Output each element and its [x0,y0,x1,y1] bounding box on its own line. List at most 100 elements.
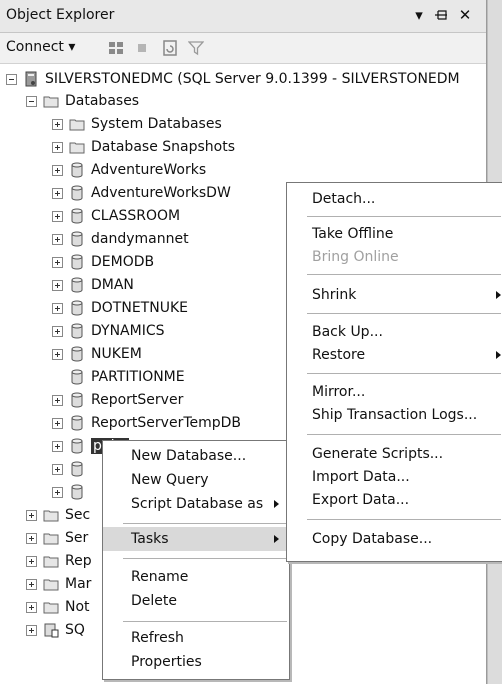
database-icon [71,461,83,477]
tree-item-database-snapshots[interactable]: Database Snapshots [52,136,235,158]
menu-item-ship-transaction-logs[interactable]: Ship Transaction Logs... [287,403,502,427]
auto-hide-pin-button[interactable] [432,5,450,25]
menu-item-take-offline[interactable]: Take Offline [287,222,502,246]
expand-icon[interactable] [26,509,37,521]
tree-item-label: DYNAMICS [91,323,165,339]
stop-icon[interactable] [134,40,150,56]
disconnect-icon[interactable] [108,40,124,56]
expand-icon[interactable] [52,187,63,199]
tree-item-database[interactable]: DEMODB [52,251,154,273]
menu-item-label: Shrink [312,287,357,303]
menu-item-rename[interactable]: Rename [103,565,289,589]
menu-item-copy-database[interactable]: Copy Database... [287,527,502,551]
tree-item-database[interactable] [52,481,91,503]
server-node[interactable]: SILVERSTONEDMC (SQL Server 9.0.1399 - SI… [6,68,460,90]
tree-folder-label: Not [65,599,90,615]
tree-folder-security[interactable]: Sec [26,504,90,526]
database-context-menu: New Database... New Query Script Databas… [102,440,290,680]
expand-icon[interactable] [26,532,37,544]
menu-item-import-data[interactable]: Import Data... [287,465,502,489]
tree-folder-management[interactable]: Mar [26,573,91,595]
menu-item-delete[interactable]: Delete [103,589,289,613]
menu-item-refresh[interactable]: Refresh [103,626,289,650]
object-explorer-titlebar: Object Explorer ▾ ✕ [0,0,486,33]
database-icon [71,346,83,362]
menu-item-shrink[interactable]: Shrink [287,283,502,307]
collapse-icon[interactable] [6,73,17,85]
tree-folder-server-objects[interactable]: Ser [26,527,88,549]
expand-icon[interactable] [52,279,63,291]
expand-icon[interactable] [52,302,63,314]
tree-item-database[interactable] [52,458,91,480]
expand-icon[interactable] [52,210,63,222]
tree-item-database[interactable]: DMAN [52,274,134,296]
tree-item-database[interactable]: PARTITIONME [52,366,185,388]
expand-icon[interactable] [52,394,63,406]
expand-icon[interactable] [52,348,63,360]
expand-icon[interactable] [26,601,37,613]
object-explorer-toolbar: Connect ▾ [0,33,486,64]
folder-icon [43,533,59,545]
menu-item-new-query[interactable]: New Query [103,468,289,492]
menu-item-restore[interactable]: Restore [287,343,502,367]
database-icon [71,300,83,316]
expand-icon[interactable] [52,118,63,130]
menu-separator [307,373,501,374]
tree-folder-notification[interactable]: Not [26,596,90,618]
tree-item-database[interactable]: ReportServerTempDB [52,412,241,434]
menu-item-generate-scripts[interactable]: Generate Scripts... [287,442,502,466]
databases-folder-node[interactable]: Databases [26,90,139,112]
expand-icon[interactable] [52,417,63,429]
refresh-icon[interactable] [162,40,178,56]
window-position-button[interactable]: ▾ [410,5,428,25]
menu-item-mirror[interactable]: Mirror... [287,380,502,404]
expand-icon[interactable] [52,164,63,176]
menu-item-detach[interactable]: Detach... [287,187,502,211]
pin-icon [435,10,447,20]
databases-folder-label: Databases [65,93,140,109]
tree-item-database[interactable]: ReportServer [52,389,183,411]
folder-icon [43,579,59,591]
tree-sql-agent[interactable]: SQ [26,619,85,641]
folder-icon [43,602,59,614]
tree-item-label: CLASSROOM [91,208,181,224]
tree-item-system-databases[interactable]: System Databases [52,113,222,135]
expand-icon[interactable] [52,256,63,268]
expand-icon[interactable] [26,624,37,636]
expand-icon[interactable] [52,486,63,498]
menu-item-label: Restore [312,347,366,363]
tree-item-database[interactable]: dandymannet [52,228,189,250]
database-icon [71,438,83,454]
expand-icon[interactable] [52,325,63,337]
tree-item-database[interactable]: DYNAMICS [52,320,165,342]
folder-icon [43,96,59,108]
expand-icon[interactable] [52,463,63,475]
menu-item-script-database-as[interactable]: Script Database as [103,492,289,516]
menu-item-export-data[interactable]: Export Data... [287,488,502,512]
tree-folder-replication[interactable]: Rep [26,550,92,572]
menu-item-tasks[interactable]: Tasks [103,527,289,551]
expand-icon[interactable] [26,578,37,590]
expand-icon[interactable] [52,141,63,153]
menu-item-properties[interactable]: Properties [103,650,289,674]
collapse-icon[interactable] [26,95,37,107]
filter-icon[interactable] [188,40,204,56]
folder-icon [43,510,59,522]
connect-dropdown-button[interactable]: Connect ▾ [6,39,75,55]
server-label: SILVERSTONEDMC (SQL Server 9.0.1399 - SI… [45,71,460,87]
menu-item-back-up[interactable]: Back Up... [287,320,502,344]
tree-item-database[interactable]: DOTNETNUKE [52,297,188,319]
tree-item-database[interactable]: AdventureWorksDW [52,182,231,204]
tree-item-label: PARTITIONME [91,369,185,385]
expand-icon[interactable] [52,233,63,245]
tree-folder-label: Rep [65,553,92,569]
tree-item-database[interactable]: AdventureWorks [52,159,206,181]
sql-agent-icon [44,623,59,638]
tree-item-database[interactable]: CLASSROOM [52,205,180,227]
expand-icon[interactable] [52,440,63,452]
expand-icon[interactable] [26,555,37,567]
menu-item-new-database[interactable]: New Database... [103,444,289,468]
close-button[interactable]: ✕ [456,5,474,25]
tree-item-label: ReportServer [91,392,184,408]
tree-item-database[interactable]: NUKEM [52,343,142,365]
